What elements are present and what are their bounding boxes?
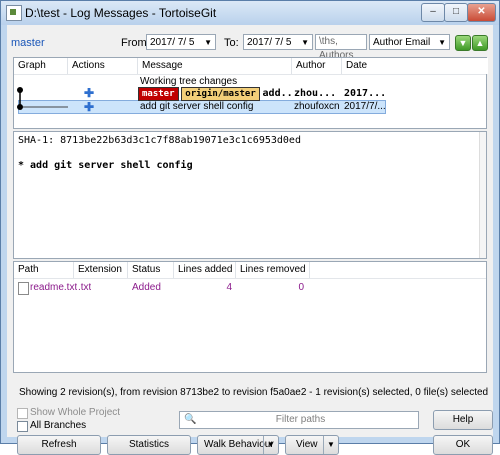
- branch-tag: master: [138, 87, 179, 101]
- sha-text: SHA-1: 8713be22b63d3c1c7f88ab19071e3c1c6…: [18, 135, 301, 146]
- minimize-button[interactable]: –: [421, 3, 445, 22]
- author-filter-select[interactable]: Author Email ▼: [369, 34, 450, 50]
- to-label: To:: [224, 37, 239, 49]
- from-date-picker[interactable]: 2017/ 7/ 5 ▼: [146, 34, 216, 50]
- all-branches-label: All Branches: [30, 420, 87, 431]
- text-file-icon: [18, 282, 29, 295]
- row-message[interactable]: master origin/master add...: [138, 87, 292, 101]
- row-author: zhoufoxcn: [294, 101, 340, 112]
- row-date: 2017...: [344, 88, 387, 99]
- close-button[interactable]: ✕: [467, 3, 496, 22]
- refresh-button[interactable]: Refresh: [17, 435, 101, 455]
- row-date: 2017/7/...: [344, 101, 386, 112]
- header-divider: [14, 278, 486, 279]
- log-messages-window: D:\test - Log Messages - TortoiseGit – □…: [0, 0, 500, 455]
- tortoisegit-icon: [6, 5, 22, 21]
- window-title: D:\test - Log Messages - TortoiseGit: [25, 6, 217, 20]
- help-button[interactable]: Help: [433, 410, 493, 430]
- file-lines-removed: 0: [298, 282, 304, 293]
- to-date-picker[interactable]: 2017/ 7/ 5 ▼: [243, 34, 313, 50]
- status-text: Showing 2 revision(s), from revision 871…: [19, 387, 489, 398]
- changed-files-list[interactable]: Path Extension Status Lines added Lines …: [13, 261, 487, 373]
- commit-detail-pane[interactable]: SHA-1: 8713be22b63d3c1c7f88ab19071e3c1c6…: [13, 131, 487, 259]
- chevron-down-icon[interactable]: ▼: [263, 436, 278, 454]
- column-header-date[interactable]: Date: [342, 58, 488, 74]
- file-path[interactable]: readme.txt: [30, 281, 77, 295]
- to-date-value: 2017/ 7/ 5: [247, 37, 292, 48]
- row-message[interactable]: add git server shell config: [140, 100, 290, 114]
- view-label: View: [296, 439, 318, 450]
- column-header-lines-added[interactable]: Lines added: [174, 262, 236, 278]
- filter-paths-placeholder: Filter paths: [275, 414, 326, 425]
- column-header-lines-removed[interactable]: Lines removed: [236, 262, 310, 278]
- branch-link[interactable]: master: [11, 37, 45, 49]
- file-extension: .txt: [78, 282, 92, 293]
- dialog-client-area: master From: 2017/ 7/ 5 ▼ To: 2017/ 7/ 5 ▼…: [7, 25, 493, 455]
- chevron-down-icon[interactable]: ▼: [323, 436, 338, 454]
- walk-behaviour-button[interactable]: Walk Behaviour ▼: [197, 435, 279, 455]
- file-lines-added: 4: [226, 282, 232, 293]
- file-status: Added: [132, 282, 161, 293]
- search-input[interactable]: \ths, Authors: [315, 34, 367, 61]
- title-bar[interactable]: D:\test - Log Messages - TortoiseGit – □…: [1, 1, 499, 25]
- arrow-up-button[interactable]: ▲: [472, 35, 488, 51]
- view-button[interactable]: View ▼: [285, 435, 339, 455]
- scrollbar[interactable]: [479, 132, 486, 258]
- filter-paths-input[interactable]: 🔍 Filter paths: [179, 411, 419, 429]
- show-whole-project-checkbox[interactable]: [17, 408, 28, 419]
- author-filter-value: Author Email: [373, 37, 431, 48]
- column-header-extension[interactable]: Extension: [74, 262, 128, 278]
- ok-button[interactable]: OK: [433, 435, 493, 455]
- commit-graph: [17, 87, 68, 110]
- chevron-down-icon: ▼: [301, 38, 309, 47]
- show-whole-project-label: Show Whole Project: [30, 407, 121, 418]
- row-message-suffix: add...: [262, 88, 292, 99]
- column-header-graph[interactable]: Graph: [14, 58, 68, 74]
- column-header-message[interactable]: Message: [138, 58, 292, 74]
- column-header-path[interactable]: Path: [14, 262, 74, 278]
- column-header-actions[interactable]: Actions: [68, 58, 138, 74]
- arrow-down-button[interactable]: ▼: [455, 35, 471, 51]
- remote-tag: origin/master: [181, 87, 260, 101]
- commit-action-icon: ✚: [84, 86, 95, 100]
- all-branches-checkbox[interactable]: [17, 421, 28, 432]
- column-header-status[interactable]: Status: [128, 262, 174, 278]
- chevron-down-icon: ▼: [438, 38, 446, 47]
- commit-action-icon: ✚: [84, 100, 95, 114]
- statistics-button[interactable]: Statistics: [107, 435, 191, 455]
- chevron-down-icon: ▼: [204, 38, 212, 47]
- maximize-button[interactable]: □: [444, 3, 468, 22]
- search-icon: 🔍: [184, 414, 197, 425]
- commit-message-text: * add git server shell config: [18, 160, 193, 171]
- revision-list[interactable]: Graph Actions Message Author Date ✚ ✚ Wo…: [13, 57, 488, 129]
- from-date-value: 2017/ 7/ 5: [150, 37, 195, 48]
- row-author: zhou...: [294, 88, 337, 99]
- column-header-author[interactable]: Author: [292, 58, 342, 74]
